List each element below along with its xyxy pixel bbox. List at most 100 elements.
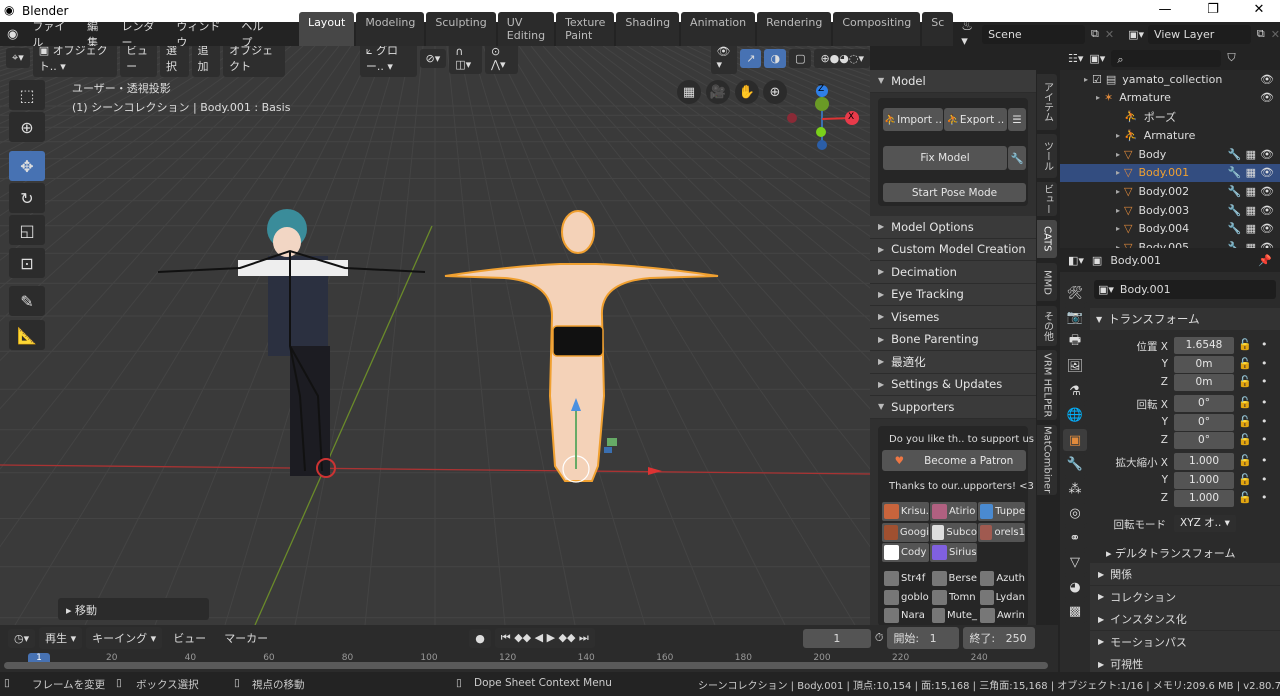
workspace-tab-sc[interactable]: Sc xyxy=(922,12,954,46)
start-frame-field[interactable]: 開始: 1 xyxy=(887,627,960,649)
supporter-item[interactable]: Awrin xyxy=(978,606,1025,625)
toggle-ortho-icon[interactable]: ▦ xyxy=(677,80,701,104)
expand-icon[interactable]: ▸ xyxy=(1060,168,1124,177)
view-layer-icon[interactable]: ▣▾ xyxy=(1128,28,1144,41)
maximize-button[interactable]: ❐ xyxy=(1190,2,1236,17)
panel-header-subpanel[interactable]: ▶ モーションパス xyxy=(1090,630,1280,653)
gizmo-z-label[interactable]: Z xyxy=(818,84,824,94)
panel-header-model[interactable]: ▼ Model xyxy=(870,70,1036,93)
filter-view-icon[interactable]: ▣▾ xyxy=(1089,52,1105,65)
pan-hand-icon[interactable]: ✋ xyxy=(735,80,759,104)
outliner-item[interactable]: ▸ ☑ ▤ yamato_collection 👁 xyxy=(1060,70,1280,89)
particles-properties-tab-icon[interactable]: ⁂ xyxy=(1063,478,1087,500)
panel-header-subpanel[interactable]: ▶ 関係 xyxy=(1090,563,1280,585)
panel-header-section[interactable]: ▶ Bone Parenting xyxy=(870,328,1036,351)
wrench-icon[interactable]: 🔧 xyxy=(1008,146,1026,170)
display-mode-icon[interactable]: ☷▾ xyxy=(1068,52,1083,65)
record-icon[interactable]: ● xyxy=(469,628,491,648)
keyframe-dot-icon[interactable]: • xyxy=(1261,338,1268,351)
modifier-wrench-icon[interactable]: 🔧 xyxy=(1228,204,1242,217)
modifier-properties-tab-icon[interactable]: 🔧 xyxy=(1063,453,1087,476)
modifier-wrench-icon[interactable]: 🔧 xyxy=(1228,185,1242,198)
fix-model-button[interactable]: Fix Model xyxy=(883,146,1007,170)
lock-icon[interactable]: 🔓 xyxy=(1238,375,1252,388)
location-y-field[interactable]: 0m xyxy=(1174,355,1234,373)
new-view-layer-icon[interactable]: ⧉ xyxy=(1257,27,1265,41)
supporter-item[interactable]: goblo xyxy=(882,588,929,607)
menu-select[interactable]: 選択 xyxy=(159,46,189,77)
supporter-button[interactable]: Atirio xyxy=(930,502,977,521)
tool-move-icon[interactable]: ✥ xyxy=(9,151,45,181)
last-operator-panel[interactable]: ▸ 移動 xyxy=(58,598,209,620)
menu-view[interactable]: ビュー xyxy=(120,46,157,77)
eye-icon[interactable]: 👁 xyxy=(1260,91,1274,104)
timeline-editor-type-icon[interactable]: ◷▾ xyxy=(8,628,36,648)
modifier-wrench-icon[interactable]: 🔧 xyxy=(1228,241,1242,248)
keyframe-dot-icon[interactable]: • xyxy=(1261,433,1268,446)
delete-view-layer-icon[interactable]: ✕ xyxy=(1271,28,1280,41)
panel-header-subpanel[interactable]: ▶ インスタンス化 xyxy=(1090,608,1280,630)
supporter-item[interactable]: Azuth xyxy=(978,569,1025,588)
supporter-button[interactable]: Sirius xyxy=(930,543,977,562)
camera-view-icon[interactable]: 🎥 xyxy=(706,80,730,104)
scale-z-field[interactable]: 1.000 xyxy=(1174,490,1234,507)
modifier-wrench-icon[interactable]: 🔧 xyxy=(1228,148,1242,161)
scene-icon[interactable]: ♨▾ xyxy=(961,19,978,49)
lock-icon[interactable]: 🔓 xyxy=(1238,396,1252,409)
supporter-item[interactable]: Lydan xyxy=(978,588,1025,607)
keyframe-dot-icon[interactable]: • xyxy=(1261,454,1268,467)
physics-properties-tab-icon[interactable]: ◎ xyxy=(1063,502,1087,525)
outliner-item[interactable]: ▸ ▽ Body.003 🔧 ▦ 👁 xyxy=(1060,201,1280,220)
vertex-groups-icon[interactable]: ▦ xyxy=(1246,222,1256,235)
sidebar-tab[interactable]: ツール xyxy=(1037,134,1057,178)
outliner-item[interactable]: ▸ ▽ Body.004 🔧 ▦ 👁 xyxy=(1060,220,1280,239)
menu-playback[interactable]: 再生 ▾ xyxy=(39,627,83,649)
outliner-item[interactable]: ▸ ▽ Body 🔧 ▦ 👁 xyxy=(1060,145,1280,164)
panel-header-section[interactable]: ▶ Visemes xyxy=(870,306,1036,329)
outliner-item[interactable]: ▸ ✶ Armature 👁 xyxy=(1060,89,1280,108)
mode-dropdown[interactable]: ▣ オブジェクト.. ▾ xyxy=(32,46,118,77)
tool-transform-icon[interactable]: ⊡ xyxy=(9,248,45,278)
scene-field[interactable]: Scene xyxy=(982,24,1086,44)
export-button[interactable]: ⛹ Export .. xyxy=(944,108,1007,131)
workspace-tab-modeling[interactable]: Modeling xyxy=(356,12,425,46)
pin-icon[interactable]: 📌 xyxy=(1258,254,1272,267)
become-patron-button[interactable]: ♥ Become a Patron xyxy=(882,450,1026,471)
expand-icon[interactable]: ▸ xyxy=(1060,224,1124,233)
end-frame-field[interactable]: 終了: 250 xyxy=(963,627,1036,649)
blender-menu-icon[interactable]: ◉ xyxy=(0,27,25,42)
tool-cursor-icon[interactable]: ⊕ xyxy=(9,112,45,142)
world-properties-tab-icon[interactable]: 🌐 xyxy=(1063,404,1087,427)
tool-select-box-icon[interactable]: ⬚ xyxy=(9,80,45,110)
properties-editor-type-icon[interactable]: ◧▾ xyxy=(1068,254,1084,267)
tool-annotate-icon[interactable]: ✎ xyxy=(9,286,45,316)
menu-timeline-view[interactable]: ビュー xyxy=(166,630,213,646)
playback-controls[interactable]: ⏮ ◆◆ ◀ ▶ ◆◆ ⏭ xyxy=(494,628,595,648)
workspace-tab-uv-editing[interactable]: UV Editing xyxy=(497,12,555,46)
panel-header-delta-transform[interactable]: ▸ デルタトランスフォーム xyxy=(1106,545,1235,561)
start-pose-mode-button[interactable]: Start Pose Mode xyxy=(883,183,1026,202)
overlay-toggle-icon[interactable]: ◑ xyxy=(764,48,787,68)
keyframe-dot-icon[interactable]: • xyxy=(1261,473,1268,486)
visibility-icon[interactable]: 👁▾ xyxy=(710,46,738,74)
panel-header-section[interactable]: ▶ Decimation xyxy=(870,261,1036,284)
expand-icon[interactable]: ▸ xyxy=(1060,131,1124,140)
keyframe-dot-icon[interactable]: • xyxy=(1261,396,1268,409)
expand-icon[interactable]: ▸ xyxy=(1060,206,1124,215)
supporter-button[interactable]: Tuppe xyxy=(978,502,1025,521)
location-z-field[interactable]: 0m xyxy=(1174,374,1234,391)
checkbox-icon[interactable]: ☑ xyxy=(1092,73,1102,86)
snap-icon[interactable]: ∩ ◫▾ xyxy=(449,46,482,74)
tool-scale-icon[interactable]: ◱ xyxy=(9,215,45,245)
menu-keying[interactable]: キーイング ▾ xyxy=(86,627,163,649)
supporter-item[interactable]: Tomn xyxy=(930,588,977,607)
sidebar-tab[interactable]: ビュー xyxy=(1037,182,1057,216)
outliner-item[interactable]: ⛹ ポーズ xyxy=(1060,107,1280,126)
material-properties-tab-icon[interactable]: ◕ xyxy=(1063,576,1087,598)
proportional-edit-icon[interactable]: ⊙ ⋀▾ xyxy=(484,46,518,74)
supporter-item[interactable]: Mute_ xyxy=(930,606,977,625)
object-name-field[interactable]: ▣▾ Body.001 xyxy=(1094,280,1276,299)
panel-header-section[interactable]: ▶ Eye Tracking xyxy=(870,283,1036,306)
vertex-groups-icon[interactable]: ▦ xyxy=(1246,148,1256,161)
close-button[interactable]: ✕ xyxy=(1236,2,1280,17)
